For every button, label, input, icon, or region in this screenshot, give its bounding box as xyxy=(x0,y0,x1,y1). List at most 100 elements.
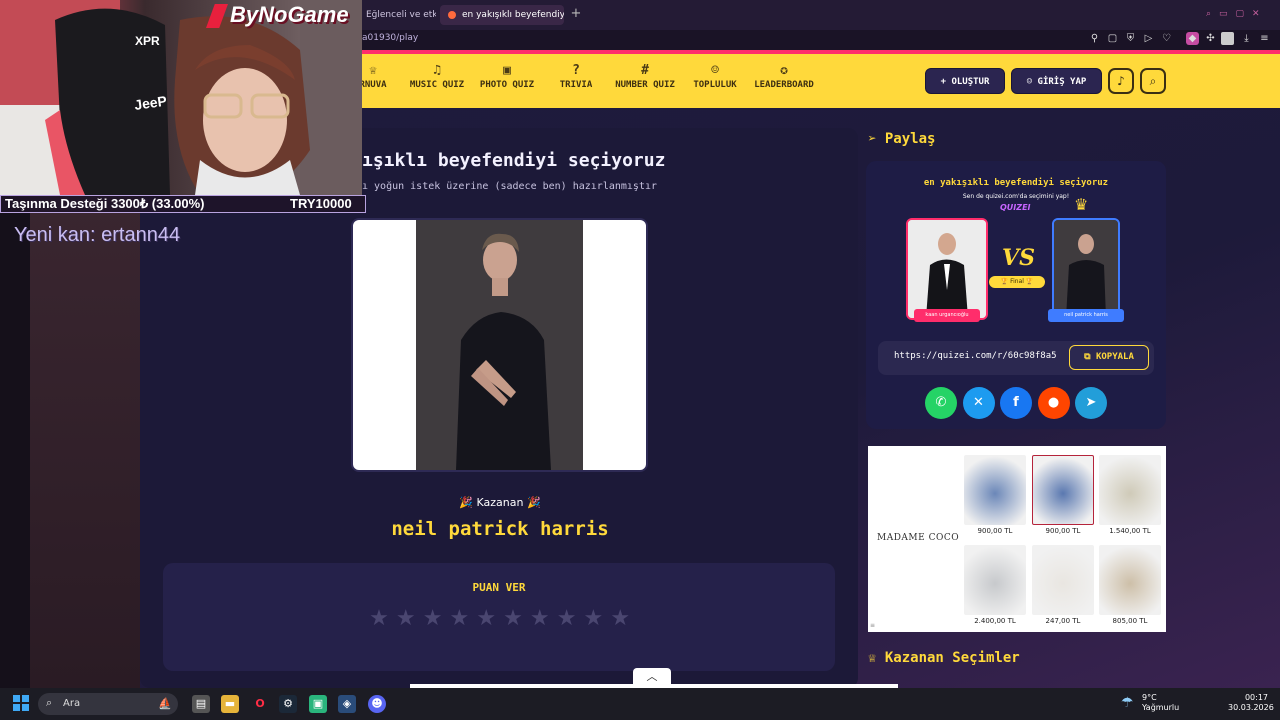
url-field[interactable]: a01930/play xyxy=(362,31,418,45)
quiz-subtitle: ı yoğun istek üzerine (sadece ben) hazır… xyxy=(362,181,658,192)
medal-icon: ✪ xyxy=(780,63,788,78)
rating-star-icon[interactable]: ★ xyxy=(607,606,633,632)
pin-icon[interactable]: ⚲ xyxy=(1088,32,1101,45)
app-icon[interactable]: ▣ xyxy=(309,695,327,713)
ad-product-price: 247,00 TL xyxy=(1045,617,1081,625)
ad-product-image[interactable] xyxy=(964,545,1026,615)
candidate-b-image xyxy=(1052,218,1120,320)
nav-community[interactable]: ☺ TOPLULUK xyxy=(688,62,742,102)
steam-icon[interactable]: ⚙ xyxy=(279,695,297,713)
screenshot-icon[interactable]: ▢ xyxy=(1106,32,1119,45)
window-controls[interactable]: ⌕▭▢✕ xyxy=(1206,9,1276,21)
share-card-subtitle: Sen de quizei.com'da seçimini yap! xyxy=(962,193,1070,200)
tab-title: en yakışıklı beyefendiyi se xyxy=(462,10,564,20)
rating-star-icon[interactable]: ★ xyxy=(393,606,419,632)
file-explorer-icon[interactable]: ▬ xyxy=(221,695,239,713)
camera-icon: ▣ xyxy=(503,63,511,78)
play-icon[interactable]: ▷ xyxy=(1142,32,1155,45)
nav-label: TOPLULUK xyxy=(693,80,737,90)
share-reddit-button[interactable]: ● xyxy=(1037,387,1070,419)
bell-icon[interactable]: ♪ xyxy=(1108,68,1134,94)
ad-product-image[interactable] xyxy=(1032,455,1094,525)
login-label: GİRİŞ YAP xyxy=(1037,77,1087,87)
winners-heading-text: Kazanan Seçimler xyxy=(884,650,1020,666)
ad-product-price: 805,00 TL xyxy=(1112,617,1148,625)
nav-label: MUSIC QUIZ xyxy=(409,80,465,90)
nav-leaderboard[interactable]: ✪ LEADERBOARD xyxy=(749,62,819,102)
rating-star-icon[interactable]: ★ xyxy=(554,606,580,632)
ad-product-price: 900,00 TL xyxy=(977,527,1013,535)
discord-icon[interactable]: ☻ xyxy=(368,695,386,713)
shield-icon[interactable]: ⛨ xyxy=(1124,32,1137,45)
ad-product-image[interactable] xyxy=(1099,455,1161,525)
search-icon[interactable]: ⌕ xyxy=(1140,68,1166,94)
stream-logo: ByNoGame xyxy=(230,2,349,27)
rating-star-icon[interactable]: ★ xyxy=(580,606,606,632)
weather-icon: ☂ xyxy=(1121,695,1134,711)
puzzle-icon[interactable]: ✣ xyxy=(1204,32,1217,45)
share-heading: ➢ Paylaş xyxy=(868,131,935,147)
share-telegram-button[interactable]: ➤ xyxy=(1075,387,1107,419)
rating-star-icon[interactable]: ★ xyxy=(473,606,499,632)
candidate-a-image xyxy=(906,218,988,320)
nav-label: NUMBER QUIZ xyxy=(615,80,675,90)
create-button[interactable]: + OLUŞTUR xyxy=(925,68,1005,94)
quiz-title: ışıklı beyefendiyi seçiyoruz xyxy=(362,150,666,171)
ad-product-price: 2.400,00 TL xyxy=(974,617,1016,625)
nav-music-quiz[interactable]: ♫ MUSIC QUIZ xyxy=(405,62,469,102)
share-whatsapp-button[interactable]: ✆ xyxy=(925,387,957,419)
candidate-b-caption: neil patrick harris xyxy=(1048,309,1124,322)
ad-brand: MADAME COCO xyxy=(877,533,960,543)
quizei-logo: QUIZEI xyxy=(1000,203,1031,212)
ad-choice-icon[interactable]: ≡ xyxy=(870,622,875,629)
rating-star-icon[interactable]: ★ xyxy=(420,606,446,632)
donation-text: Taşınma Desteği 3300₺ (33.00%) xyxy=(5,196,205,211)
share-x-button[interactable]: ✕ xyxy=(962,387,995,419)
final-badge: 🏆 Final 🏆 xyxy=(989,276,1045,288)
ad-product-image[interactable] xyxy=(1099,545,1161,615)
opera-icon[interactable]: O xyxy=(251,695,269,713)
share-facebook-button[interactable]: f xyxy=(1000,387,1032,419)
nav-label: LEADERBOARD xyxy=(754,80,814,90)
rating-star-icon[interactable]: ★ xyxy=(500,606,526,632)
nav-photo-quiz[interactable]: ▣ PHOTO QUIZ xyxy=(474,62,540,102)
copy-button[interactable]: ⧉ KOPYALA xyxy=(1069,345,1149,370)
profile-avatar[interactable] xyxy=(1221,32,1234,45)
windows-logo xyxy=(13,695,29,711)
taskbar-search-placeholder: Ara xyxy=(63,698,81,709)
rating-star-icon[interactable]: ★ xyxy=(366,606,392,632)
taskbar-clock[interactable]: 00:17 30.03.2026 xyxy=(1228,693,1274,713)
ad-product-price: 900,00 TL xyxy=(1045,527,1081,535)
task-view-icon[interactable]: ▤ xyxy=(192,695,210,713)
browser-tab-active[interactable]: en yakışıklı beyefendiyi se xyxy=(440,5,564,25)
svg-text:XPR: XPR xyxy=(135,34,160,48)
weather-widget[interactable]: 9°C Yağmurlu xyxy=(1142,693,1179,713)
new-tab-button[interactable]: + xyxy=(568,6,584,22)
webcam-feed: XPR JeeP xyxy=(0,0,362,195)
nav-number-quiz[interactable]: # NUMBER QUIZ xyxy=(610,62,680,102)
heart-icon[interactable]: ♡ xyxy=(1160,32,1173,45)
vs-badge: VS xyxy=(1002,245,1035,271)
party-icon: 🎉 xyxy=(459,496,477,509)
candidate-a-caption: kaan urgancıoğlu xyxy=(914,309,980,322)
extension-icon[interactable]: ◆ xyxy=(1186,32,1199,45)
rating-star-icon[interactable]: ★ xyxy=(446,606,472,632)
network-app-icon[interactable]: ◈ xyxy=(338,695,356,713)
copy-label: KOPYALA xyxy=(1095,352,1134,362)
copy-icon: ⧉ xyxy=(1084,352,1096,362)
ad-product-image[interactable] xyxy=(964,455,1026,525)
download-icon[interactable]: ⤓ xyxy=(1240,32,1253,45)
ad-product-image[interactable] xyxy=(1032,545,1094,615)
music-icon: ♫ xyxy=(433,63,441,78)
share-card-title: en yakışıklı beyefendiyi seçiyoruz xyxy=(923,178,1109,188)
menu-icon[interactable]: ≡ xyxy=(1258,32,1271,45)
login-button[interactable]: ☺ GİRİŞ YAP xyxy=(1011,68,1102,94)
nav-trivia[interactable]: ? TRIVIA xyxy=(552,62,600,102)
browser-tab[interactable]: Eğlenceli ve etkile xyxy=(358,5,436,25)
windows-start-icon[interactable] xyxy=(13,695,29,711)
share-link-field[interactable]: https://quizei.com/r/60c98f8a5 xyxy=(894,351,1064,361)
hash-icon: # xyxy=(641,63,649,78)
rating-star-icon[interactable]: ★ xyxy=(527,606,553,632)
trophy-icon: ♕ xyxy=(868,650,885,666)
webcam-illustration: XPR JeeP xyxy=(0,0,362,195)
